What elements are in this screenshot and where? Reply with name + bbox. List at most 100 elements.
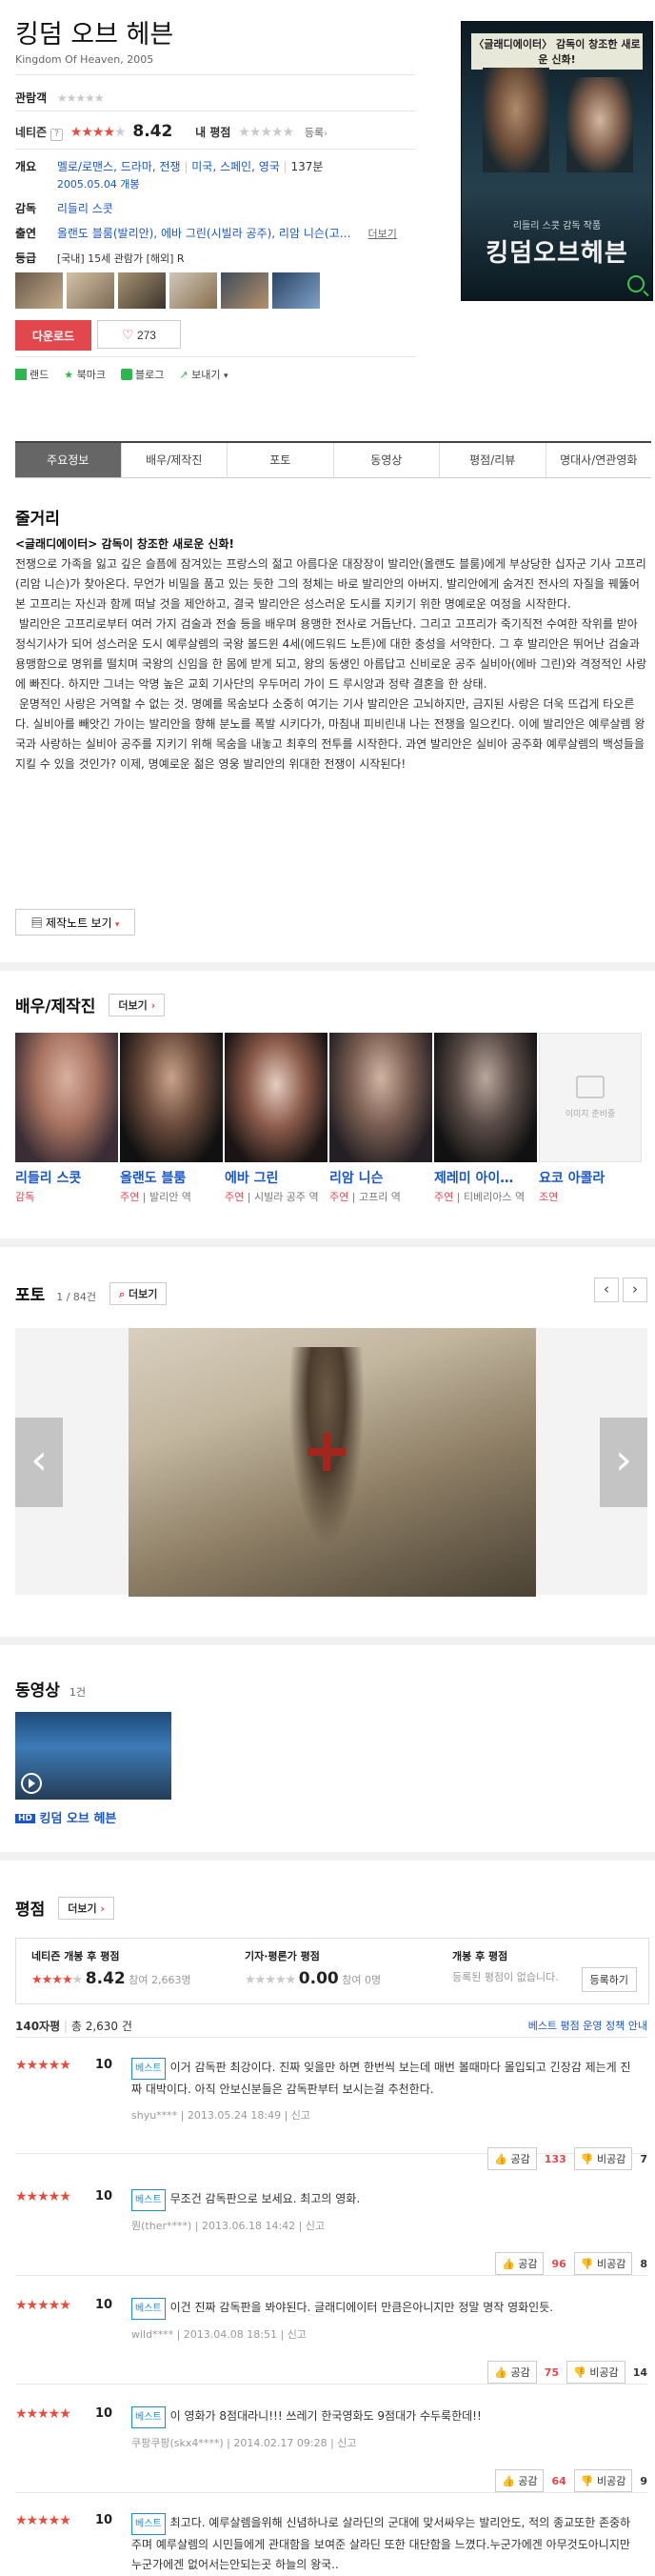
dislike-vote-button[interactable]: 👎 비공감 [573, 2147, 633, 2170]
like-button[interactable]: ♡ 273 [97, 320, 181, 349]
still-thumbnail[interactable] [169, 272, 217, 309]
photo-heading-text: 포토 [15, 1286, 46, 1305]
best-policy-link[interactable]: 베스트 평점 운영 정책 안내 [528, 2018, 647, 2033]
cast-heading: 배우/제작진 더보기 › [15, 993, 166, 1016]
review-text: 무조건 감독판으로 보세요. 최고의 영화. [169, 2192, 361, 2205]
dislike-vote-button[interactable]: 👎 비공감 [573, 2469, 633, 2492]
share-band[interactable]: 랜드 [15, 367, 49, 382]
photo-more-button[interactable]: ⌕ 더보기 [109, 1282, 168, 1305]
cast-more-button[interactable]: 더보기 › [109, 994, 166, 1016]
cast-photo [329, 1033, 432, 1162]
movie-poster[interactable]: 〈글래디에이터〉 감독이 창조한 새로운 신화! 리들리 스콧 감독 작품 킹덤… [461, 21, 653, 301]
cast-card[interactable]: 리암 니슨 주연 | 고프리 역 [329, 1033, 432, 1205]
review-meta: wild**** | 2013.04.08 18:51 | 신고 [131, 2328, 307, 2341]
tab-quotes[interactable]: 명대사/연관영화 [546, 443, 652, 477]
netizen-label: 네티즌 [15, 126, 48, 139]
chevron-right-icon: › [632, 1280, 638, 1298]
cast-name[interactable]: 리들리 스콧 [15, 1168, 118, 1187]
synopsis-lead: <글래디에이터> 감독이 창조한 새로운 신화! [15, 537, 234, 551]
cast-card[interactable]: 제레미 아이… 주연 | 티베리아스 역 [434, 1033, 537, 1205]
gallery-prev-button[interactable]: ‹ [15, 1418, 63, 1507]
cast-name[interactable]: 에바 그린 [225, 1168, 328, 1187]
cast-row: 출연 올랜도 블룸(발리안), 에바 그린(시빌라 공주), 리암 니슨(고… … [15, 225, 415, 241]
rating-heading-text: 평점 [15, 1901, 46, 1920]
dislike-vote-button[interactable]: 👎 비공감 [573, 2252, 633, 2275]
report-link[interactable]: 신고 [288, 2328, 307, 2341]
review-user[interactable]: shyu**** [131, 2109, 177, 2122]
genre-link[interactable]: 멜로/로맨스, 드라마, 전쟁 [57, 160, 181, 173]
cast-name[interactable]: 올랜도 블룸 [120, 1168, 223, 1187]
review-user[interactable]: 쿠팡쿠팡(skx4****) [131, 2437, 224, 2449]
director-link[interactable]: 리들리 스콧 [57, 202, 113, 215]
poster-tagline: 〈글래디에이터〉 감독이 창조한 새로운 신화! [471, 33, 643, 70]
video-title-row[interactable]: HD 킹덤 오브 헤븐 [15, 1808, 116, 1826]
still-thumbnail[interactable] [67, 272, 114, 309]
prev-arrow-button[interactable]: ‹ [594, 1278, 619, 1302]
cast-photo [225, 1033, 328, 1162]
like-vote-button[interactable]: 👍 공감 [487, 2361, 537, 2384]
gallery-image[interactable] [129, 1328, 536, 1597]
dislike-vote-count: 9 [640, 2474, 647, 2487]
cast-label: 출연 [15, 227, 37, 240]
tab-photo[interactable]: 포토 [228, 443, 334, 477]
report-link[interactable]: 신고 [306, 2220, 325, 2232]
hd-badge: HD [15, 1814, 36, 1823]
tab-cast[interactable]: 배우/제작진 [122, 443, 228, 477]
share-bookmark[interactable]: ★ 북마크 [64, 367, 106, 382]
review-user[interactable]: 뭔(ther****) [131, 2220, 191, 2232]
download-button[interactable]: 다운로드 [15, 320, 91, 351]
best-badge: 베스트 [131, 2189, 166, 2211]
video-thumbnail[interactable] [272, 272, 320, 309]
zoom-icon[interactable] [627, 275, 645, 292]
cast-card[interactable]: 올랜도 블룸 주연 | 발리안 역 [120, 1033, 223, 1205]
like-vote-button[interactable]: 👍 공감 [487, 2147, 537, 2170]
cast-card[interactable]: 이미지 준비중 요코 아콜라 조연 [539, 1033, 642, 1205]
rating-more-button[interactable]: 더보기 › [58, 1897, 114, 1920]
like-vote-button[interactable]: 👍 공감 [495, 2469, 545, 2492]
still-thumbnail[interactable] [221, 272, 268, 309]
star-icon-group: ★★★★★ [31, 1973, 83, 1987]
next-arrow-button[interactable]: › [623, 1278, 647, 1302]
still-thumbnail[interactable] [15, 272, 63, 309]
report-link[interactable]: 신고 [337, 2437, 356, 2449]
video-title: 킹덤 오브 헤븐 [39, 1812, 117, 1826]
tab-review[interactable]: 평점/리뷰 [440, 443, 546, 477]
search-icon: ⌕ [118, 1288, 126, 1300]
my-rating-stars[interactable]: ★★★★★ [238, 125, 294, 140]
cast-heading-text: 배우/제작진 [15, 997, 96, 1016]
cast-card[interactable]: 리들리 스콧 감독 [15, 1033, 118, 1205]
vote-row: 👍 공감 75 👎 비공감 14 [487, 2361, 647, 2384]
cast-links[interactable]: 올랜도 블룸(발리안), 에바 그린(시빌라 공주), 리암 니슨(고… [57, 227, 351, 240]
country-link[interactable]: 미국, 스페인, 영국 [191, 160, 280, 173]
cast-card[interactable]: 에바 그린 주연 | 시빌라 공주 역 [225, 1033, 328, 1205]
video-thumbnail[interactable] [15, 1712, 171, 1800]
gallery-next-button[interactable]: › [600, 1418, 647, 1507]
play-icon [21, 1773, 42, 1794]
tab-video[interactable]: 동영상 [334, 443, 440, 477]
register-link[interactable]: 등록 [305, 127, 324, 139]
help-icon[interactable]: ? [50, 129, 63, 141]
production-note-button[interactable]: ▤ 제작노트 보기 ▾ [15, 909, 135, 936]
rating-more-label: 더보기 [68, 1902, 97, 1915]
register-rating-button[interactable]: 등록하기 [581, 1967, 637, 1992]
review-user[interactable]: wild**** [131, 2328, 173, 2341]
dislike-vote-button[interactable]: 👎 비공감 [566, 2361, 625, 2384]
review-date: 2013.06.18 14:42 [201, 2220, 296, 2232]
star-icon-group: ★★★★★ [15, 2406, 71, 2422]
cast-more-link[interactable]: 더보기 [367, 228, 396, 240]
share-send[interactable]: ↗ 보내기 ▾ [179, 367, 228, 382]
release-date-link[interactable]: 2005.05.04 개봉 [57, 178, 140, 191]
cast-name[interactable]: 리암 니슨 [329, 1168, 432, 1187]
tab-main-info[interactable]: 주요정보 [15, 443, 122, 477]
still-thumbnail[interactable] [118, 272, 166, 309]
placeholder-text: 이미지 준비중 [565, 1110, 616, 1119]
share-blog[interactable]: 블로그 [121, 367, 164, 382]
like-vote-label: 공감 [518, 2475, 538, 2487]
like-vote-button[interactable]: 👍 공감 [495, 2252, 545, 2275]
movie-info: 킹덤 오브 헤븐 Kingdom Of Heaven, 2005 관람객 ★★★… [0, 0, 655, 429]
review-item: ★★★★★ 10 베스트 이건 진짜 감독판을 봐야된다. 글래디에이터 만큼은아… [15, 2298, 647, 2385]
report-link[interactable]: 신고 [291, 2109, 310, 2122]
post-release-rating: 개봉 후 평점 등록된 평점이 없습니다. [452, 1948, 559, 1984]
cast-name[interactable]: 제레미 아이… [434, 1168, 537, 1187]
cast-name[interactable]: 요코 아콜라 [539, 1168, 642, 1187]
